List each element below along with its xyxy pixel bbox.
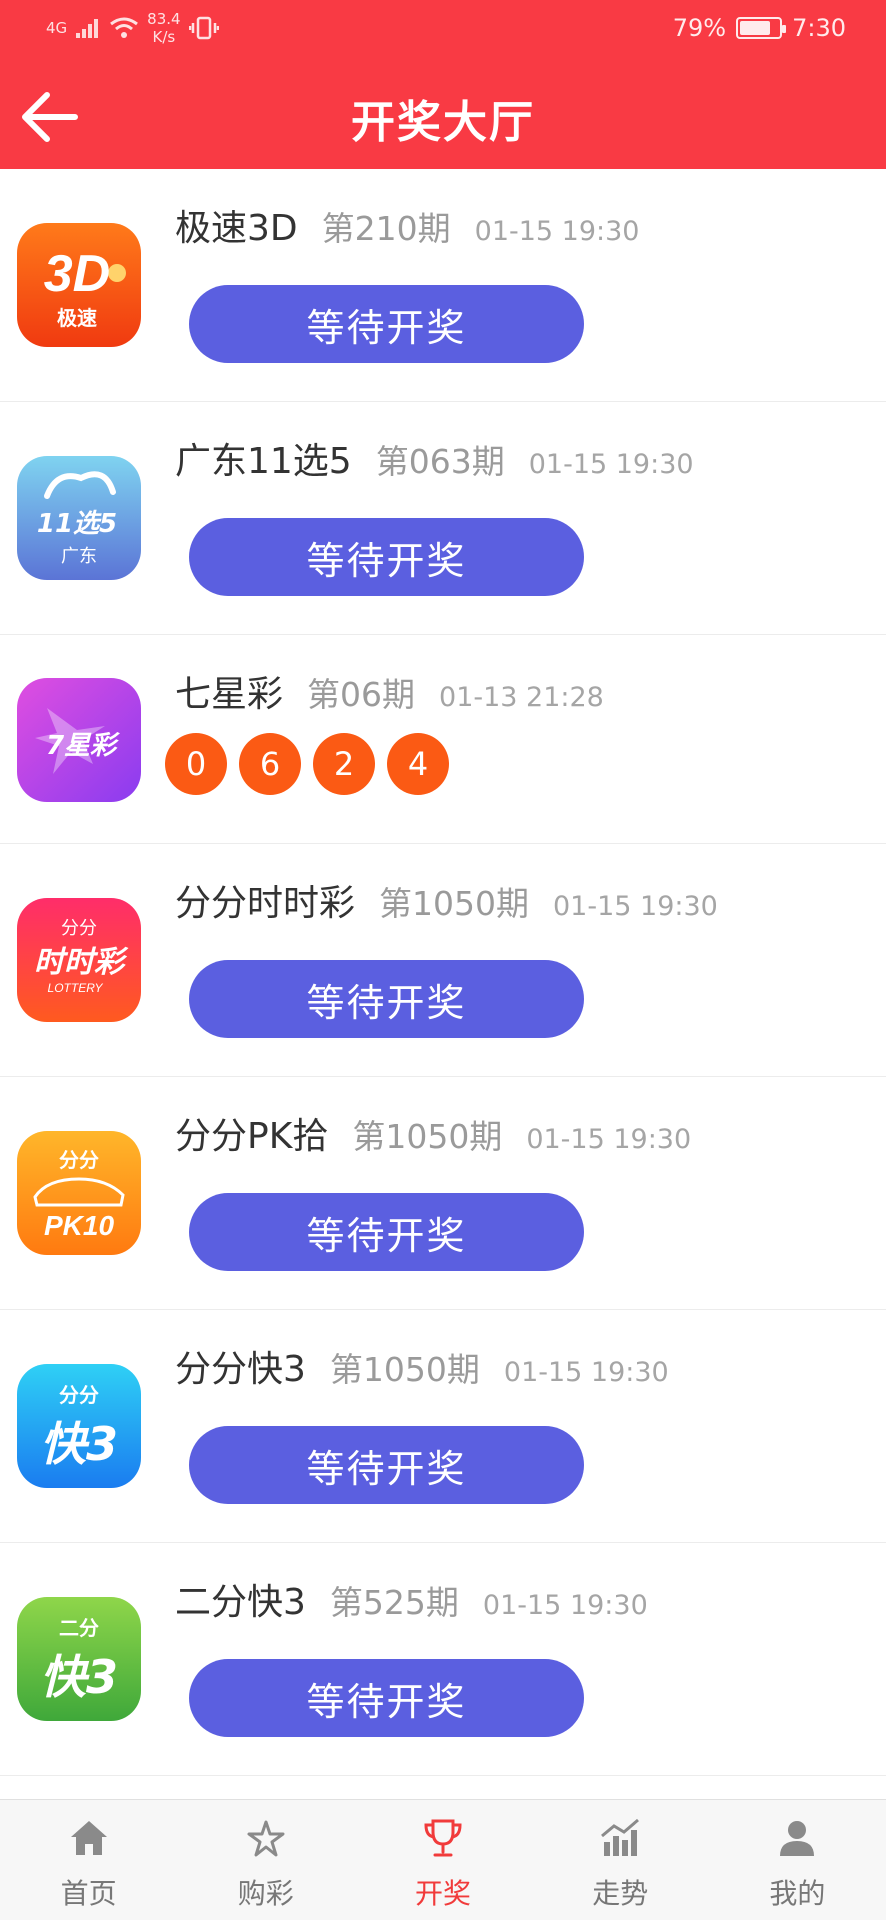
lottery-item-erfen-kuai3[interactable]: 二分 快3 二分快3 第525期 01-15 19:30 等待开奖 bbox=[0, 1543, 886, 1776]
lottery-name: 极速3D bbox=[175, 208, 298, 249]
lottery-logo-guangdong-11x5: 11选5 广东 bbox=[17, 456, 141, 580]
vibrate-icon bbox=[188, 16, 219, 40]
lottery-time: 01-15 19:30 bbox=[503, 1357, 669, 1388]
page-title: 开奖大厅 bbox=[351, 97, 535, 148]
svg-text:3D: 3D bbox=[44, 245, 110, 303]
lottery-issue: 第1050期 bbox=[352, 1117, 503, 1156]
draw-result-balls: 0 6 2 4 bbox=[165, 733, 449, 795]
lottery-info: 二分快3 第525期 01-15 19:30 bbox=[175, 1573, 648, 1625]
lottery-issue: 第1050期 bbox=[329, 1350, 480, 1389]
result-ball: 4 bbox=[387, 733, 449, 795]
lottery-issue: 第1050期 bbox=[379, 884, 529, 923]
lottery-item-fenfen-kuai3[interactable]: 分分 快3 分分快3 第1050期 01-15 19:30 等待开奖 bbox=[0, 1310, 886, 1543]
lottery-item-jisu-3d[interactable]: 3D 极速 极速3D 第210期 01-15 19:30 等待开奖 bbox=[0, 169, 886, 402]
tab-draw-results[interactable]: 开奖 bbox=[354, 1800, 531, 1920]
svg-text:快3: 快3 bbox=[40, 1417, 118, 1471]
svg-text:PK10: PK10 bbox=[44, 1210, 114, 1241]
svg-text:时时彩: 时时彩 bbox=[34, 945, 129, 980]
trophy-icon bbox=[424, 1819, 462, 1857]
status-left: 4G 83.4 K/s bbox=[46, 10, 219, 46]
tab-trends[interactable]: 走势 bbox=[532, 1800, 709, 1920]
status-right: 79% 7:30 bbox=[673, 14, 846, 42]
lottery-item-qixingcai[interactable]: 7星彩 七星彩 第06期 01-13 21:28 0 6 2 4 bbox=[0, 635, 886, 844]
await-draw-button[interactable]: 等待开奖 bbox=[189, 285, 584, 363]
await-draw-button[interactable]: 等待开奖 bbox=[189, 1426, 584, 1504]
svg-text:二分: 二分 bbox=[59, 1616, 99, 1640]
trend-chart-icon bbox=[601, 1818, 640, 1856]
tab-home[interactable]: 首页 bbox=[0, 1800, 177, 1920]
wifi-icon bbox=[110, 17, 139, 38]
lottery-issue: 第525期 bbox=[329, 1583, 459, 1622]
tab-label: 开奖 bbox=[415, 1877, 472, 1910]
tab-label: 我的 bbox=[769, 1877, 826, 1910]
lottery-item-fenfen-shishicai[interactable]: 分分 时时彩 LOTTERY 分分时时彩 第1050期 01-15 19:30 … bbox=[0, 844, 886, 1077]
svg-text:快3: 快3 bbox=[40, 1650, 118, 1704]
svg-text:极速: 极速 bbox=[57, 306, 97, 330]
lottery-item-guangdong-11x5[interactable]: 11选5 广东 广东11选5 第063期 01-15 19:30 等待开奖 bbox=[0, 402, 886, 635]
bottom-tab-bar: 首页 购彩 开奖 走势 我的 bbox=[0, 1799, 886, 1920]
lottery-time: 01-15 19:30 bbox=[528, 449, 694, 480]
lottery-time: 01-15 19:30 bbox=[526, 1124, 692, 1155]
lottery-item-fenfen-pk10[interactable]: 分分 PK10 分分PK拾 第1050期 01-15 19:30 等待开奖 bbox=[0, 1077, 886, 1310]
clock: 7:30 bbox=[792, 14, 846, 42]
lottery-info: 极速3D 第210期 01-15 19:30 bbox=[175, 199, 640, 251]
await-draw-button[interactable]: 等待开奖 bbox=[189, 960, 584, 1038]
svg-text:LOTTERY: LOTTERY bbox=[48, 981, 104, 995]
lottery-name: 分分快3 bbox=[175, 1349, 306, 1390]
tab-buy-lottery[interactable]: 购彩 bbox=[177, 1800, 354, 1920]
lottery-logo-fenfen-shishicai: 分分 时时彩 LOTTERY bbox=[17, 898, 141, 1022]
signal-icon bbox=[76, 19, 99, 38]
lottery-logo-jisu-3d: 3D 极速 bbox=[17, 223, 141, 347]
home-icon bbox=[70, 1821, 107, 1855]
lottery-time: 01-15 19:30 bbox=[474, 216, 640, 247]
tab-profile[interactable]: 我的 bbox=[709, 1800, 886, 1920]
svg-text:分分: 分分 bbox=[59, 1148, 99, 1172]
battery-percent: 79% bbox=[672, 14, 727, 42]
await-draw-button[interactable]: 等待开奖 bbox=[189, 1659, 584, 1737]
network-speed: 83.4 K/s bbox=[147, 10, 181, 46]
result-ball: 0 bbox=[165, 733, 227, 795]
svg-text:7星彩: 7星彩 bbox=[46, 731, 120, 761]
lottery-issue: 第06期 bbox=[307, 675, 416, 714]
network-label: 4G bbox=[46, 19, 68, 37]
svg-text:分分: 分分 bbox=[61, 918, 97, 939]
battery-fill bbox=[740, 21, 771, 35]
lottery-info: 广东11选5 第063期 01-15 19:30 bbox=[175, 432, 694, 484]
lottery-time: 01-15 19:30 bbox=[553, 891, 718, 922]
status-bar: 4G 83.4 K/s 79% 7:30 bbox=[0, 0, 886, 60]
lottery-logo-erfen-kuai3: 二分 快3 bbox=[17, 1597, 141, 1721]
result-ball: 6 bbox=[239, 733, 301, 795]
svg-text:11选5: 11选5 bbox=[37, 509, 117, 539]
user-icon bbox=[780, 1821, 815, 1856]
await-draw-button[interactable]: 等待开奖 bbox=[189, 518, 584, 596]
lottery-list: 3D 极速 极速3D 第210期 01-15 19:30 等待开奖 11选5 广… bbox=[0, 169, 886, 1776]
lottery-logo-fenfen-kuai3: 分分 快3 bbox=[17, 1364, 141, 1488]
lottery-issue: 第063期 bbox=[375, 442, 505, 481]
star-burst-icon bbox=[247, 1820, 285, 1857]
result-ball: 2 bbox=[313, 733, 375, 795]
lottery-time: 01-15 19:30 bbox=[482, 1590, 648, 1621]
lottery-info: 七星彩 第06期 01-13 21:28 bbox=[175, 665, 604, 717]
tab-label: 购彩 bbox=[237, 1877, 294, 1910]
lottery-info: 分分快3 第1050期 01-15 19:30 bbox=[175, 1340, 669, 1392]
lottery-info: 分分PK拾 第1050期 01-15 19:30 bbox=[175, 1107, 691, 1159]
lottery-name: 分分时时彩 bbox=[175, 883, 356, 924]
lottery-logo-qixingcai: 7星彩 bbox=[17, 678, 141, 802]
tab-label: 走势 bbox=[592, 1877, 649, 1910]
app-header: 4G 83.4 K/s 79% 7:30 开奖大厅 bbox=[0, 0, 886, 169]
svg-text:分分: 分分 bbox=[59, 1383, 99, 1407]
battery-icon bbox=[736, 17, 787, 39]
tab-label: 首页 bbox=[60, 1877, 117, 1910]
lottery-name: 二分快3 bbox=[175, 1582, 306, 1623]
lottery-name: 分分PK拾 bbox=[175, 1116, 329, 1157]
lottery-name: 七星彩 bbox=[175, 674, 284, 715]
await-draw-button[interactable]: 等待开奖 bbox=[189, 1193, 584, 1271]
lottery-time: 01-13 21:28 bbox=[439, 682, 604, 713]
lottery-issue: 第210期 bbox=[321, 209, 451, 248]
lottery-info: 分分时时彩 第1050期 01-15 19:30 bbox=[175, 874, 718, 926]
lottery-name: 广东11选5 bbox=[175, 441, 352, 482]
svg-text:广东: 广东 bbox=[61, 546, 97, 567]
lottery-logo-fenfen-pk10: 分分 PK10 bbox=[17, 1131, 141, 1255]
